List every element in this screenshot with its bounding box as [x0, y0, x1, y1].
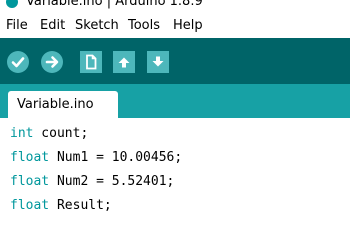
code-text: Result;	[49, 198, 112, 213]
code-line: float Num1 = 10.00456;	[10, 150, 182, 165]
menu-edit[interactable]: Edit	[40, 18, 65, 33]
new-button[interactable]	[80, 51, 102, 73]
menu-file[interactable]: File	[6, 18, 28, 33]
check-icon	[11, 57, 25, 68]
arduino-logo-icon	[6, 0, 18, 8]
code-keyword: float	[10, 174, 50, 189]
code-text: count;	[33, 126, 89, 141]
code-text: Num1 = 10.00456;	[49, 150, 183, 165]
arrow-right-icon	[45, 56, 59, 68]
menu-help[interactable]: Help	[173, 18, 203, 33]
upload-button[interactable]	[41, 51, 63, 73]
code-keyword: float	[10, 198, 50, 213]
menu-sketch[interactable]: Sketch	[75, 18, 119, 33]
tab-strip: Variable.ino	[0, 84, 350, 118]
code-text: Num2 = 5.52401;	[49, 174, 175, 189]
verify-button[interactable]	[7, 51, 29, 73]
save-button[interactable]	[147, 51, 169, 73]
title-bar: Variable.ino | Arduino 1.8.9	[0, 0, 350, 14]
arrow-up-icon	[118, 57, 130, 68]
code-keyword: int	[10, 126, 34, 141]
window-title: Variable.ino | Arduino 1.8.9	[26, 0, 203, 9]
code-line: float Result;	[10, 198, 112, 213]
code-line: float Num2 = 5.52401;	[10, 174, 174, 189]
menu-bar: File Edit Sketch Tools Help	[0, 14, 350, 36]
arrow-down-icon	[152, 56, 164, 67]
open-button[interactable]	[113, 51, 135, 73]
new-file-icon	[86, 54, 97, 70]
tab-variable-ino[interactable]: Variable.ino	[8, 91, 118, 118]
tab-label: Variable.ino	[17, 97, 94, 112]
code-keyword: float	[10, 150, 50, 165]
toolbar	[0, 38, 350, 84]
menu-tools[interactable]: Tools	[128, 18, 160, 33]
code-line: int count;	[10, 126, 88, 141]
code-editor[interactable]: int count; float Num1 = 10.00456; float …	[0, 118, 350, 250]
